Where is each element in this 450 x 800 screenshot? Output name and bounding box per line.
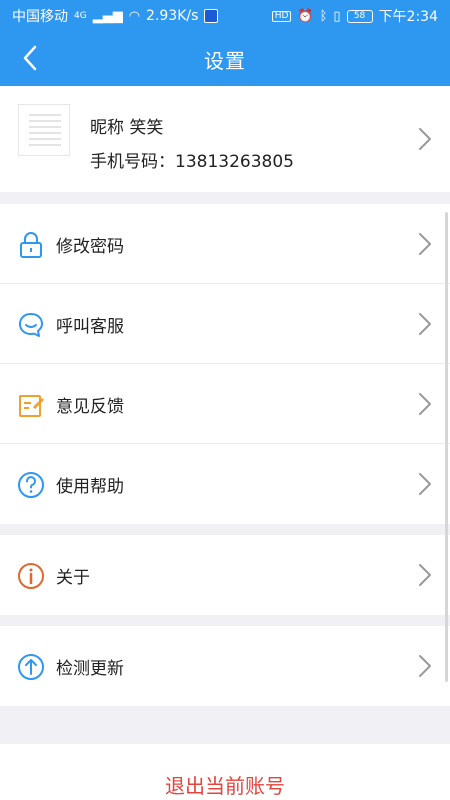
signal-icon: ▂▄▆: [92, 8, 123, 24]
wifi-icon: ◠: [128, 8, 141, 24]
check-update-row[interactable]: 检测更新: [0, 626, 450, 706]
about-item[interactable]: 关于: [0, 535, 450, 615]
feedback-label: 意见反馈: [56, 397, 124, 417]
check-update-label: 检测更新: [56, 659, 124, 679]
chevron-left-icon: [23, 45, 37, 71]
app-header: 中国移动 4G ▂▄▆ ◠ 2.93K/s HD ⏰ ᛒ ▯ 58 下午2:34…: [0, 0, 450, 86]
chevron-right-icon: [419, 564, 431, 586]
chevron-right-icon: [419, 473, 431, 495]
profile-card[interactable]: 昵称 笑笑 手机号码：13813263805: [0, 86, 450, 192]
info-circle-icon: [18, 563, 44, 589]
feedback-item[interactable]: 意见反馈: [0, 364, 450, 444]
scrollbar[interactable]: [445, 212, 448, 682]
chevron-right-icon: [419, 313, 431, 335]
carrier-name: 中国移动: [12, 9, 68, 25]
change-password-label: 修改密码: [56, 237, 124, 257]
network-type: 4G: [74, 10, 87, 21]
upload-circle-icon: [18, 654, 44, 680]
avatar: [18, 104, 70, 156]
call-support-label: 呼叫客服: [56, 317, 124, 337]
logout-button[interactable]: 退出当前账号: [0, 744, 450, 800]
change-password-item[interactable]: 修改密码: [0, 204, 450, 284]
lock-icon: [20, 232, 42, 258]
chevron-right-icon: [419, 233, 431, 255]
logout-label: 退出当前账号: [165, 774, 285, 798]
vibrate-icon: ▯: [333, 8, 341, 24]
hd-icon: HD: [271, 10, 292, 22]
about-label: 关于: [56, 568, 90, 588]
battery-indicator: 58: [346, 9, 373, 23]
nickname: 昵称 笑笑: [90, 118, 164, 138]
status-bar: 中国移动 4G ▂▄▆ ◠ 2.93K/s HD ⏰ ᛒ ▯ 58 下午2:34: [0, 0, 450, 32]
phone-number: 手机号码：13813263805: [90, 152, 294, 172]
check-update-item[interactable]: 检测更新: [0, 626, 450, 706]
chevron-right-icon: [419, 655, 431, 677]
about-row[interactable]: 关于: [0, 535, 450, 615]
settings-list: 修改密码 呼叫客服 意见反馈 使用帮助: [0, 204, 450, 524]
chevron-right-icon: [419, 393, 431, 415]
alarm-icon: ⏰: [297, 8, 314, 24]
back-button[interactable]: [10, 38, 50, 78]
help-item[interactable]: 使用帮助: [0, 444, 450, 524]
status-right: HD ⏰ ᛒ ▯ 58 下午2:34: [271, 6, 438, 26]
status-left: 中国移动 4G ▂▄▆ ◠ 2.93K/s: [12, 6, 219, 26]
call-support-item[interactable]: 呼叫客服: [0, 284, 450, 364]
app-notification-icon: [204, 9, 219, 23]
chevron-right-icon: [419, 128, 431, 150]
clock: 下午2:34: [378, 9, 438, 25]
help-label: 使用帮助: [56, 477, 124, 497]
chat-bubble-icon: [19, 313, 43, 337]
bluetooth-icon: ᛒ: [319, 8, 328, 24]
edit-note-icon: [19, 395, 44, 417]
page-title: 设置: [204, 48, 246, 73]
title-bar: 设置: [0, 32, 450, 86]
net-speed: 2.93K/s: [146, 8, 199, 24]
help-circle-icon: [18, 472, 44, 498]
